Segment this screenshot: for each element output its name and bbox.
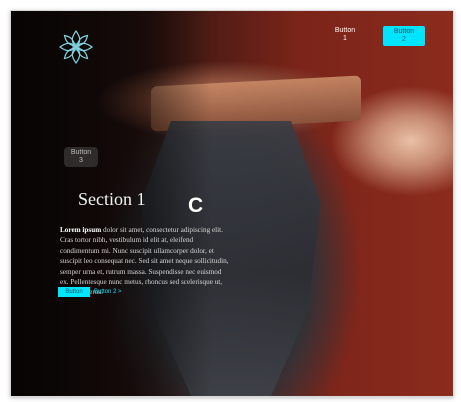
floating-letter: C xyxy=(188,194,204,217)
logo-flower-icon[interactable] xyxy=(57,28,95,66)
button-3-label: Button xyxy=(70,149,92,156)
nav-button-2-number: 2 xyxy=(402,36,406,43)
overlay-button-2[interactable]: Button 2 > xyxy=(94,287,122,297)
page-frame: Button 1 Button 2 Button 3 Section 1 C L… xyxy=(10,10,454,397)
section-title: Section 1 xyxy=(78,189,146,209)
overlay-button-1[interactable]: Button xyxy=(58,287,90,297)
nav-button-2-label: Button xyxy=(393,28,415,35)
nav-button-2[interactable]: Button 2 xyxy=(383,26,425,46)
button-3[interactable]: Button 3 xyxy=(64,147,98,167)
nav-button-1-number: 1 xyxy=(343,35,347,42)
section-body-bold: Lorem ipsum xyxy=(60,226,102,234)
section-body-rest: dolor sit amet, consectetur adipiscing e… xyxy=(60,226,229,297)
nav-button-1-label: Button xyxy=(334,27,356,34)
nav-button-1[interactable]: Button 1 xyxy=(323,27,367,47)
button-3-number: 3 xyxy=(79,157,83,164)
